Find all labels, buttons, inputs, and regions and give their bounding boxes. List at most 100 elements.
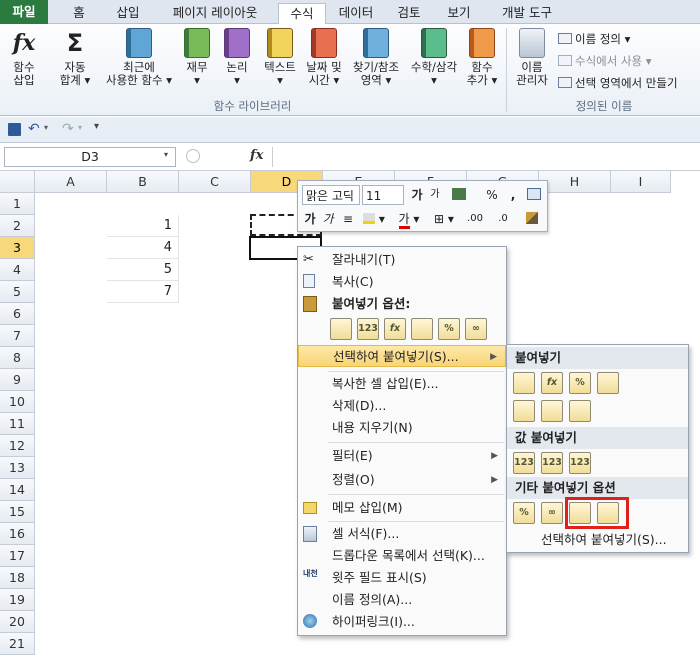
format-painter-icon[interactable] (524, 185, 544, 205)
sub-formatting-icon[interactable]: % (513, 502, 535, 524)
paste-formulas-icon[interactable]: fx (384, 318, 406, 340)
menu-item-phonetic[interactable]: 내천 윗주 필드 표시(S) (298, 567, 506, 589)
increase-decimal-button[interactable]: .00 (462, 209, 488, 229)
brush-icon[interactable] (522, 209, 542, 229)
paste-formatting-icon[interactable]: % (438, 318, 460, 340)
autosum-button[interactable]: Σ 자동 합계 ▾ (52, 28, 98, 87)
formula-input[interactable] (272, 147, 698, 167)
column-header-h[interactable]: H (539, 171, 611, 193)
name-manager-button[interactable]: 이름 관리자 (510, 28, 554, 87)
column-header-c[interactable]: C (179, 171, 251, 193)
font-name-dropdown[interactable]: 맑은 고딕 (302, 185, 360, 205)
sub-values-source-format-icon[interactable]: 123 (569, 452, 591, 474)
sub-paste-link-icon[interactable]: ∞ (541, 502, 563, 524)
percent-button[interactable]: % (484, 185, 500, 205)
row-header-5[interactable]: 5 (0, 281, 35, 303)
menu-item-cut[interactable]: ✂ 잘라내기(T) (298, 249, 506, 271)
undo-icon[interactable]: ↶ (28, 121, 40, 137)
name-box[interactable]: D3 (4, 147, 176, 167)
customize-qat-icon[interactable]: ▾ (94, 121, 99, 132)
row-header-19[interactable]: 19 (0, 589, 35, 611)
paste-values-icon[interactable]: 123 (357, 318, 379, 340)
accounting-format-icon[interactable] (448, 185, 470, 205)
lookup-button[interactable]: 찾기/참조 영역 ▾ (348, 28, 404, 87)
paste-link-icon[interactable]: ∞ (465, 318, 487, 340)
comma-button[interactable]: , (506, 185, 520, 205)
menu-item-hyperlink[interactable]: 하이퍼링크(I)... (298, 611, 506, 633)
sub-paste-formulas-icon[interactable]: fx (541, 372, 563, 394)
paste-icon[interactable] (330, 318, 352, 340)
decrease-decimal-button[interactable]: .0 (490, 209, 516, 229)
align-center-icon[interactable]: ≡ (340, 209, 356, 229)
font-size-dropdown[interactable]: 11 (362, 185, 404, 205)
more-functions-button[interactable]: 함수 추가 ▾ (464, 28, 500, 87)
tab-review[interactable]: 검토 (388, 3, 430, 24)
tab-developer[interactable]: 개발 도구 (490, 3, 564, 24)
row-header-8[interactable]: 8 (0, 347, 35, 369)
tab-insert[interactable]: 삽입 (106, 3, 150, 24)
save-icon[interactable] (8, 123, 21, 136)
row-header-20[interactable]: 20 (0, 611, 35, 633)
column-header-a[interactable]: A (35, 171, 107, 193)
row-header-1[interactable]: 1 (0, 193, 35, 215)
tab-formulas[interactable]: 수식 (278, 3, 326, 25)
sub-paste-transpose-icon[interactable] (569, 400, 591, 422)
row-header-16[interactable]: 16 (0, 523, 35, 545)
row-header-2[interactable]: 2 (0, 215, 35, 237)
row-header-18[interactable]: 18 (0, 567, 35, 589)
select-all-corner[interactable] (0, 171, 35, 193)
insert-function-fx-icon[interactable]: fx (250, 148, 263, 163)
row-header-15[interactable]: 15 (0, 501, 35, 523)
recent-functions-button[interactable]: 최근에 사용한 함수 ▾ (100, 28, 178, 87)
paste-transpose-icon[interactable] (411, 318, 433, 340)
formula-bar-resize-icon[interactable] (186, 149, 200, 163)
row-header-11[interactable]: 11 (0, 413, 35, 435)
row-header-3[interactable]: 3 (0, 237, 35, 259)
fill-color-icon[interactable]: ▾ (360, 209, 388, 229)
sub-paste-keep-source-icon[interactable] (597, 372, 619, 394)
column-header-b[interactable]: B (107, 171, 179, 193)
name-box-dropdown-icon[interactable]: ▾ (164, 150, 168, 159)
menu-item-insert-copied[interactable]: 복사한 셀 삽입(E)... (298, 373, 506, 395)
datetime-button[interactable]: 날짜 및 시간 ▾ (302, 28, 346, 87)
bold-button[interactable]: 가 (302, 209, 318, 229)
math-trig-button[interactable]: 수학/삼각 ▾ (406, 28, 462, 87)
menu-item-clear[interactable]: 내용 지우기(N) (298, 417, 506, 439)
row-header-21[interactable]: 21 (0, 633, 35, 655)
sub-paste-icon[interactable] (513, 372, 535, 394)
create-from-selection-button[interactable]: 선택 영역에서 만들기 (558, 75, 678, 91)
row-header-4[interactable]: 4 (0, 259, 35, 281)
tab-file[interactable]: 파일 (0, 0, 48, 24)
font-color-button[interactable]: 가 ▾ (392, 209, 426, 229)
sub-paste-no-borders-icon[interactable] (513, 400, 535, 422)
logical-button[interactable]: 논리 ▾ (220, 28, 254, 87)
row-header-17[interactable]: 17 (0, 545, 35, 567)
sub-values-icon[interactable]: 123 (513, 452, 535, 474)
use-in-formula-button[interactable]: 수식에서 사용 ▾ (558, 53, 652, 69)
menu-item-paste-special[interactable]: 선택하여 붙여넣기(S)... ▶ (298, 345, 506, 367)
menu-item-delete[interactable]: 삭제(D)... (298, 395, 506, 417)
tab-data[interactable]: 데이터 (330, 3, 382, 24)
cell-b3[interactable]: 4 (107, 237, 179, 259)
shrink-font-button[interactable]: 가 (426, 185, 444, 205)
menu-item-format-cells[interactable]: 셀 서식(F)... (298, 523, 506, 545)
cell-b4[interactable]: 5 (107, 259, 179, 281)
tab-home[interactable]: 홈 (54, 3, 104, 24)
row-header-13[interactable]: 13 (0, 457, 35, 479)
text-functions-button[interactable]: 텍스트 ▾ (258, 28, 302, 87)
row-header-7[interactable]: 7 (0, 325, 35, 347)
submenu-item-paste-special[interactable]: 선택하여 붙여넣기(S)... (507, 529, 688, 551)
menu-item-sort[interactable]: 정렬(O) ▶ (298, 469, 506, 491)
row-header-10[interactable]: 10 (0, 391, 35, 413)
column-header-i[interactable]: I (611, 171, 671, 193)
tab-page-layout[interactable]: 페이지 레이아웃 (155, 3, 275, 24)
cell-b2[interactable]: 1 (107, 215, 179, 237)
row-header-9[interactable]: 9 (0, 369, 35, 391)
financial-button[interactable]: 재무 ▾ (180, 28, 214, 87)
borders-icon[interactable]: ⊞ ▾ (430, 209, 458, 229)
undo-dropdown-icon[interactable]: ▾ (44, 123, 48, 132)
row-header-14[interactable]: 14 (0, 479, 35, 501)
row-header-12[interactable]: 12 (0, 435, 35, 457)
menu-item-define-name[interactable]: 이름 정의(A)... (298, 589, 506, 611)
insert-function-button[interactable]: fx 함수 삽입 (4, 28, 44, 87)
